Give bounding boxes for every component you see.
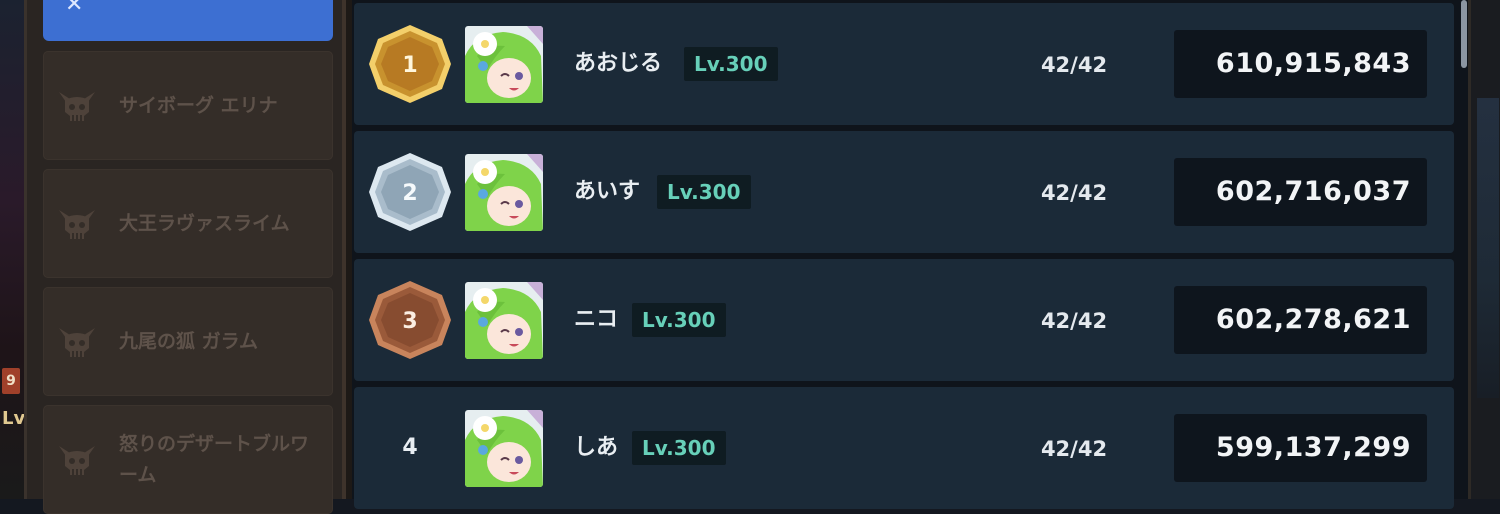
ranking-row[interactable]: 1 あおじる Lv.300 42/42 610,915,843 <box>354 3 1454 125</box>
player-name: しあ <box>574 435 619 460</box>
sidebar-item-desert-bullworm[interactable]: 怒りのデザートブルワーム <box>43 405 333 514</box>
ranking-row[interactable]: 3 ニコ Lv.300 42/42 602,278,621 <box>354 259 1454 381</box>
sidebar-item-great-lava-slime[interactable]: 大王ラヴァスライム <box>43 169 333 278</box>
player-name: あいす <box>574 179 641 204</box>
player-level: Lv.300 <box>684 47 778 81</box>
ranking-list[interactable]: 1 あおじる Lv.300 42/42 610,915,843 2 あいす Lv… <box>352 0 1459 509</box>
horned-skull-icon <box>59 209 95 239</box>
player-level: Lv.300 <box>657 175 751 209</box>
player-avatar <box>465 410 543 487</box>
score-box: 602,278,621 <box>1174 286 1427 354</box>
rank-number: 2 <box>402 181 417 206</box>
score-box: 602,716,037 <box>1174 158 1427 226</box>
horned-skull-icon <box>59 445 95 475</box>
clear-progress: 42/42 <box>1040 309 1108 333</box>
gold-rank-badge: 1 <box>369 25 451 103</box>
player-avatar <box>465 154 543 231</box>
rank-number: 3 <box>402 309 417 334</box>
scrollbar-thumb[interactable] <box>1461 0 1467 68</box>
level-tag: 9 <box>2 368 20 394</box>
sidebar-item-active[interactable]: ✕ <box>43 0 333 41</box>
player-avatar <box>465 26 543 103</box>
player-score: 602,278,621 <box>1215 304 1411 335</box>
player-avatar <box>465 282 543 359</box>
clear-progress: 42/42 <box>1040 181 1108 205</box>
player-level: Lv.300 <box>632 303 726 337</box>
player-name: ニコ <box>574 307 619 332</box>
scrollbar-track[interactable] <box>1459 0 1468 499</box>
sidebar-item-cyborg-erina[interactable]: サイボーグ エリナ <box>43 51 333 160</box>
score-box: 610,915,843 <box>1174 30 1427 98</box>
boss-sidebar: ✕ サイボーグ エリナ 大王ラヴァスライム 九尾の狐 ガラム 怒りのデザートブル… <box>24 0 346 514</box>
background-edge-left: 9 Lv <box>0 0 26 499</box>
player-level: Lv.300 <box>632 431 726 465</box>
crossed-swords-icon: ✕ <box>65 0 84 17</box>
ranking-row[interactable]: 2 あいす Lv.300 42/42 602,716,037 <box>354 131 1454 253</box>
sidebar-item-nine-tailed-fox[interactable]: 九尾の狐 ガラム <box>43 287 333 396</box>
ranking-row[interactable]: 4 しあ Lv.300 42/42 599,137,299 <box>354 387 1454 509</box>
level-label: Lv <box>2 408 26 429</box>
silver-rank-badge: 2 <box>369 153 451 231</box>
rank-number: 4 <box>402 435 418 460</box>
sidebar-item-label: 怒りのデザートブルワーム <box>119 432 310 486</box>
clear-progress: 42/42 <box>1040 53 1108 77</box>
clear-progress: 42/42 <box>1040 437 1108 461</box>
rank-number: 1 <box>402 53 417 78</box>
player-score: 610,915,843 <box>1215 48 1411 79</box>
sidebar-item-label: サイボーグ エリナ <box>119 94 278 116</box>
sidebar-item-label: 大王ラヴァスライム <box>119 212 290 234</box>
horned-skull-icon <box>59 91 95 121</box>
sidebar-item-label: 九尾の狐 ガラム <box>119 330 259 352</box>
background-edge-right <box>1468 0 1500 499</box>
score-box: 599,137,299 <box>1174 414 1427 482</box>
player-score: 602,716,037 <box>1215 176 1411 207</box>
player-name: あおじる <box>574 51 663 76</box>
background-decoration <box>1477 98 1499 398</box>
horned-skull-icon <box>59 327 95 357</box>
player-score: 599,137,299 <box>1215 432 1411 463</box>
bronze-rank-badge: 3 <box>369 281 451 359</box>
